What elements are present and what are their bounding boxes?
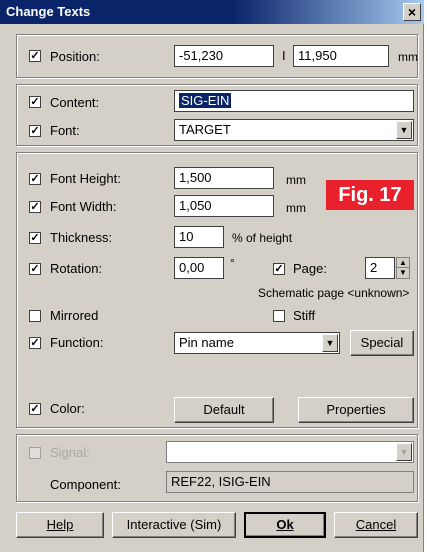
font-select[interactable]: TARGET ▼	[174, 119, 414, 141]
cancel-label: Cancel	[355, 517, 397, 532]
stiff-checkbox[interactable]	[273, 310, 285, 322]
chevron-down-icon: ▼	[396, 443, 412, 461]
rotation-input[interactable]: 0,00	[174, 257, 224, 279]
position-unit: mm	[398, 50, 418, 64]
signal-group: Signal: ▼ Component: REF22, ISIG-EIN	[16, 434, 418, 502]
close-icon[interactable]: ×	[403, 3, 421, 21]
content-input[interactable]: SIG-EIN	[174, 90, 414, 112]
position-separator: I	[282, 48, 286, 63]
cancel-button[interactable]: Cancel	[334, 512, 418, 538]
function-checkbox[interactable]: ✓	[29, 337, 41, 349]
position-x-input[interactable]: -51,230	[174, 45, 274, 67]
properties-button[interactable]: Properties	[298, 397, 414, 423]
help-label: Help	[46, 517, 74, 532]
font-width-checkbox[interactable]: ✓	[29, 201, 41, 213]
chevron-down-icon[interactable]: ▼	[396, 121, 412, 139]
page-input[interactable]: 2	[365, 257, 395, 279]
font-width-unit: mm	[286, 201, 306, 215]
color-label: Color:	[50, 401, 85, 416]
thickness-checkbox[interactable]: ✓	[29, 232, 41, 244]
signal-select: ▼	[166, 441, 414, 463]
font-height-label: Font Height:	[50, 171, 121, 186]
font-height-checkbox[interactable]: ✓	[29, 173, 41, 185]
page-checkbox[interactable]: ✓	[273, 263, 285, 275]
stiff-label: Stiff	[293, 308, 316, 323]
schematic-page-text: Schematic page <unknown>	[258, 286, 410, 300]
position-checkbox[interactable]: ✓	[29, 50, 41, 62]
position-label: Position:	[50, 49, 100, 64]
component-field: REF22, ISIG-EIN	[166, 471, 414, 493]
rotation-label: Rotation:	[50, 261, 103, 276]
font-checkbox[interactable]: ✓	[29, 125, 41, 137]
content-value: SIG-EIN	[179, 93, 232, 108]
spin-arrows-icon[interactable]: ▲ ▼	[396, 257, 410, 279]
thickness-input[interactable]: 10	[174, 226, 224, 248]
component-label: Component:	[50, 477, 121, 492]
mirrored-checkbox[interactable]	[29, 310, 41, 322]
mirrored-label: Mirrored	[50, 308, 99, 323]
color-checkbox[interactable]: ✓	[29, 403, 41, 415]
font-value: TARGET	[179, 122, 231, 137]
rotation-unit: °	[230, 256, 235, 270]
thickness-label: Thickness:	[50, 230, 113, 245]
title-bar: Change Texts ×	[0, 0, 424, 24]
change-texts-dialog: Change Texts × ✓ Position: -51,230 I 11,…	[0, 0, 424, 552]
font-label: Font:	[50, 123, 80, 138]
ok-label: Ok	[276, 517, 294, 532]
position-group: ✓ Position: -51,230 I 11,950 mm	[16, 34, 418, 78]
function-value: Pin name	[179, 335, 234, 350]
page-label: Page:	[293, 261, 327, 276]
font-height-unit: mm	[286, 173, 306, 187]
special-button[interactable]: Special	[350, 330, 414, 356]
content-label: Content:	[50, 95, 100, 110]
help-button[interactable]: Help	[16, 512, 104, 538]
interactive-sim-button[interactable]: Interactive (Sim)	[112, 512, 236, 538]
font-height-input[interactable]: 1,500	[174, 167, 274, 189]
function-label: Function:	[50, 335, 104, 350]
chevron-down-icon[interactable]: ▼	[322, 334, 338, 352]
content-font-group: ✓ Content: SIG-EIN ✓ Font: TARGET ▼	[16, 84, 418, 146]
signal-label: Signal:	[50, 445, 90, 460]
signal-checkbox	[29, 447, 41, 459]
dialog-title: Change Texts	[6, 4, 91, 19]
rotation-checkbox[interactable]: ✓	[29, 263, 41, 275]
thickness-unit: % of height	[232, 231, 293, 245]
font-width-label: Font Width:	[50, 199, 117, 214]
font-width-input[interactable]: 1,050	[174, 195, 274, 217]
function-select[interactable]: Pin name ▼	[174, 332, 340, 354]
ok-button[interactable]: Ok	[244, 512, 326, 538]
position-y-input[interactable]: 11,950	[293, 45, 389, 67]
figure-badge: Fig. 17	[326, 180, 414, 210]
default-color-button[interactable]: Default	[174, 397, 274, 423]
content-checkbox[interactable]: ✓	[29, 96, 41, 108]
